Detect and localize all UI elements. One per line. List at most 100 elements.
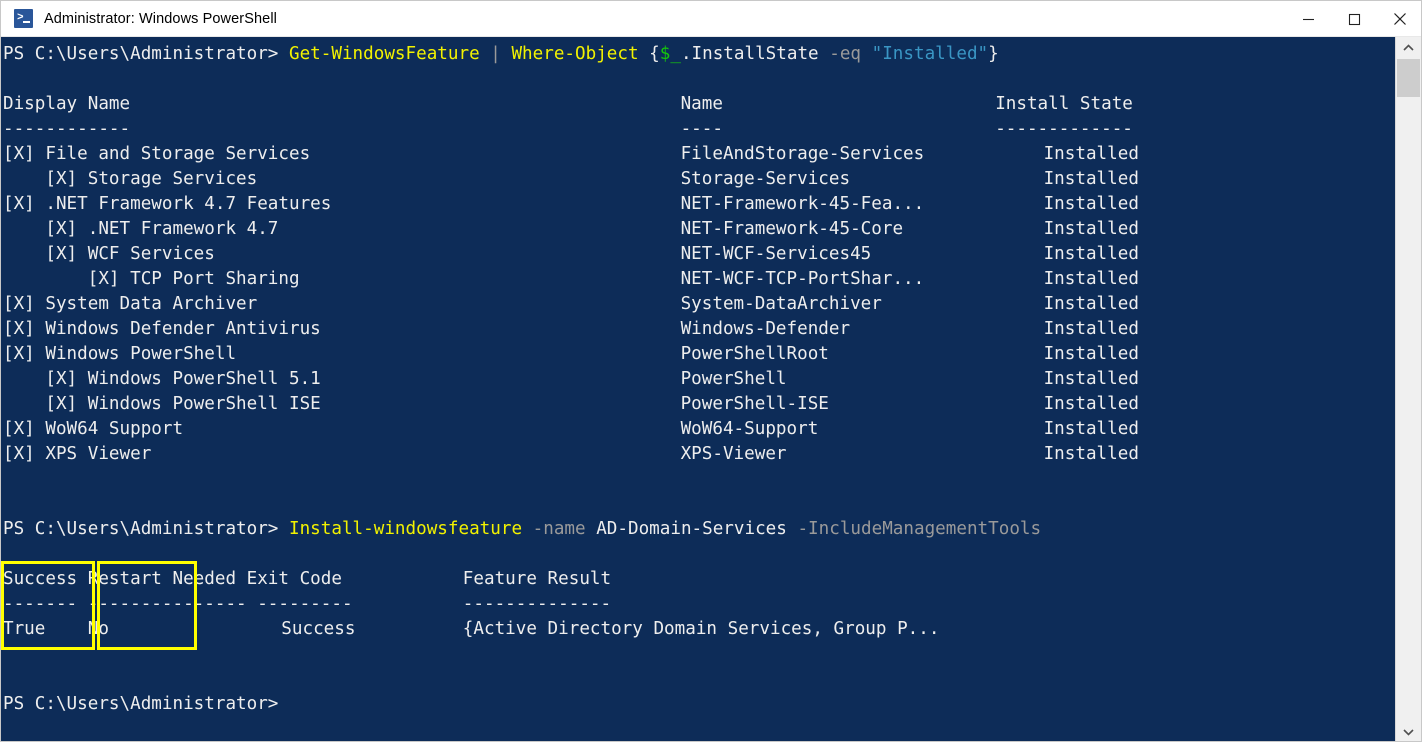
- terminal-output-area[interactable]: PS C:\Users\Administrator> Get-WindowsFe…: [1, 37, 1397, 741]
- window-title: Administrator: Windows PowerShell: [44, 10, 277, 27]
- terminal-text: [X] Windows PowerShell 5.1: [3, 369, 321, 389]
- terminal-text: {Active Directory Domain Services, Group…: [462, 619, 940, 639]
- terminal-text: Installed: [1043, 394, 1139, 414]
- terminal-text: Installed: [1043, 269, 1139, 289]
- terminal-line: [X] Storage Services Storage-Services Inst…: [3, 167, 1393, 192]
- terminal-text: $_: [659, 44, 681, 64]
- terminal-text: Installed: [1043, 444, 1139, 464]
- terminal-text: PS C:\Users\Administrator>: [3, 519, 289, 539]
- terminal-text: WoW64-Support: [680, 419, 819, 439]
- terminal-line: [X] WCF Services NET-WCF-Services45 Instal…: [3, 242, 1393, 267]
- powershell-icon: >: [14, 9, 33, 28]
- close-button[interactable]: [1377, 1, 1421, 37]
- terminal-line: [X] Windows Defender Antivirus Windows-De…: [3, 317, 1393, 342]
- terminal-text: [X] Windows Defender Antivirus: [3, 319, 321, 339]
- terminal-text: Storage-Services: [680, 169, 851, 189]
- terminal-text: [X] .NET Framework 4.7 Features: [3, 194, 332, 214]
- terminal-line: True No Success {Active Directory Domain S…: [3, 617, 1393, 642]
- terminal-text: ----: [680, 119, 723, 139]
- terminal-line: [X] TCP Port Sharing NET-WCF-TCP-PortShar…: [3, 267, 1393, 292]
- minimize-icon: [1302, 18, 1314, 20]
- chevron-up-icon: [1403, 44, 1414, 51]
- terminal-text: NET-WCF-Services45: [680, 244, 872, 264]
- terminal-text: Feature Result: [462, 569, 612, 589]
- terminal-line: PS C:\Users\Administrator> Get-WindowsFe…: [3, 42, 999, 67]
- terminal-text: ------- --------------- ---------: [3, 594, 353, 614]
- terminal-text: Installed: [1043, 419, 1139, 439]
- terminal-text: Install-windowsfeature: [289, 519, 523, 539]
- terminal-text: [X] WCF Services: [3, 244, 215, 264]
- terminal-text: [X] .NET Framework 4.7: [3, 219, 279, 239]
- terminal-screen: PS C:\Users\Administrator> Get-WindowsFe…: [1, 37, 1397, 741]
- terminal-text: Where-Object: [511, 44, 639, 64]
- terminal-text: Display Name: [3, 94, 131, 114]
- close-icon: [1394, 13, 1406, 25]
- terminal-line: Success Restart Needed Exit Code Feature …: [3, 567, 1393, 592]
- terminal-text: Installed: [1043, 244, 1139, 264]
- powershell-window: > Administrator: Windows PowerShell PS C…: [0, 0, 1422, 742]
- terminal-text: PS C:\Users\Administrator>: [3, 44, 289, 64]
- underscore-glyph: [23, 21, 30, 23]
- terminal-text: Installed: [1043, 294, 1139, 314]
- terminal-text: [X] Storage Services: [3, 169, 258, 189]
- terminal-text: "Installed": [871, 44, 989, 64]
- terminal-text: [X] TCP Port Sharing: [3, 269, 300, 289]
- terminal-text: {: [638, 44, 660, 64]
- terminal-text: XPS-Viewer: [680, 444, 787, 464]
- terminal-text: AD-Domain-Services: [585, 519, 798, 539]
- terminal-text: FileAndStorage-Services: [680, 144, 925, 164]
- terminal-text: PowerShell: [680, 369, 787, 389]
- terminal-text: -IncludeManagementTools: [797, 519, 1042, 539]
- terminal-text: Windows-Defender: [680, 319, 851, 339]
- terminal-text: Installed: [1043, 169, 1139, 189]
- window-controls: [1285, 1, 1421, 37]
- terminal-line: [X] XPS Viewer XPS-Viewer Installed: [3, 442, 1393, 467]
- scroll-down-button[interactable]: [1396, 721, 1421, 741]
- terminal-text: Success: [281, 619, 356, 639]
- terminal-text: Installed: [1043, 219, 1139, 239]
- terminal-text: .InstallState: [680, 44, 830, 64]
- terminal-text: [X] Windows PowerShell: [3, 344, 237, 364]
- terminal-line: [X] Windows PowerShell PowerShellRoot Inst…: [3, 342, 1393, 367]
- minimize-button[interactable]: [1285, 1, 1331, 37]
- terminal-text: Installed: [1043, 144, 1139, 164]
- terminal-text: Get-WindowsFeature: [289, 44, 480, 64]
- terminal-line: PS C:\Users\Administrator>: [3, 692, 1393, 717]
- maximize-icon: [1348, 13, 1360, 25]
- terminal-line: Display Name Name Install State: [3, 92, 1393, 117]
- terminal-text: [X] System Data Archiver: [3, 294, 258, 314]
- terminal-text: True No: [3, 619, 109, 639]
- scroll-up-button[interactable]: [1396, 37, 1421, 59]
- terminal-text: Install State: [995, 94, 1133, 114]
- terminal-text: -eq: [829, 44, 862, 64]
- terminal-text: PowerShell-ISE: [680, 394, 829, 414]
- terminal-line: [X] Windows PowerShell ISE PowerShell-ISE…: [3, 392, 1393, 417]
- terminal-text: Installed: [1043, 344, 1139, 364]
- terminal-text: NET-Framework-45-Fea...: [680, 194, 925, 214]
- terminal-text: |: [490, 44, 501, 64]
- terminal-text: System-DataArchiver: [680, 294, 882, 314]
- vertical-scrollbar[interactable]: [1395, 37, 1421, 741]
- terminal-text: NET-WCF-TCP-PortShar...: [680, 269, 925, 289]
- chevron-down-icon: [1403, 729, 1414, 736]
- terminal-line: [X] WoW64 Support WoW64-Support Installed: [3, 417, 1393, 442]
- terminal-text: PS C:\Users\Administrator>: [3, 694, 279, 714]
- terminal-text: --------------: [462, 594, 612, 614]
- terminal-line: PS C:\Users\Administrator> Install-windo…: [3, 517, 1041, 542]
- terminal-text: Success Restart Needed Exit Code: [3, 569, 342, 589]
- terminal-line: ------------ ---- -------------: [3, 117, 1393, 142]
- terminal-text: -name: [532, 519, 586, 539]
- terminal-text: PowerShellRoot: [680, 344, 829, 364]
- terminal-text: }: [988, 44, 999, 64]
- scrollbar-thumb[interactable]: [1397, 59, 1420, 97]
- terminal-text: [X] WoW64 Support: [3, 419, 184, 439]
- terminal-line: [X] .NET Framework 4.7 NET-Framework-45-C…: [3, 217, 1393, 242]
- terminal-text: Installed: [1043, 319, 1139, 339]
- terminal-text: [X] File and Storage Services: [3, 144, 311, 164]
- terminal-text: Installed: [1043, 194, 1139, 214]
- terminal-text: ------------: [3, 119, 131, 139]
- terminal-text: -------------: [995, 119, 1133, 139]
- maximize-button[interactable]: [1331, 1, 1377, 37]
